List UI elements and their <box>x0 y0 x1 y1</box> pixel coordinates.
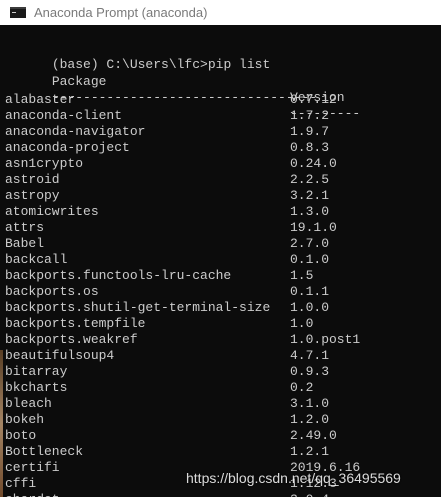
package-row: backports.tempfile 1.0 <box>5 316 313 332</box>
package-row: backports.shutil-get-terminal-size 1.0.0 <box>5 300 329 316</box>
package-name: Babel <box>5 236 45 251</box>
package-version: 1.9.7 <box>290 124 330 139</box>
table-header: Package Version <box>5 58 345 105</box>
package-name: bkcharts <box>5 380 68 395</box>
command-line: (base) C:\Users\lfc>pip list <box>5 41 270 72</box>
package-row: Bottleneck 1.2.1 <box>5 444 329 460</box>
package-version: 0.1.0 <box>290 252 330 267</box>
package-name: backcall <box>5 252 68 267</box>
package-name: alabaster <box>5 92 76 107</box>
package-name: anaconda-project <box>5 140 130 155</box>
package-row: bitarray 0.9.3 <box>5 364 329 380</box>
package-name: cffi <box>5 476 37 491</box>
package-row: alabaster 0.7.12 <box>5 92 337 108</box>
console-output[interactable]: (base) C:\Users\lfc>pip list Package Ver… <box>0 25 441 497</box>
package-row: astropy 3.2.1 <box>5 188 329 204</box>
package-version: 3.2.1 <box>290 188 330 203</box>
package-version: 0.2 <box>290 380 314 395</box>
package-row: chardet 3.0.4 <box>5 492 329 497</box>
package-name: certifi <box>5 460 60 475</box>
package-version: 0.24.0 <box>290 156 337 171</box>
package-version: 1.3.0 <box>290 204 330 219</box>
package-name: backports.tempfile <box>5 316 146 331</box>
package-row: certifi 2019.6.16 <box>5 460 360 476</box>
package-name: chardet <box>5 492 60 497</box>
package-name: anaconda-navigator <box>5 124 146 139</box>
package-version: 0.9.3 <box>290 364 330 379</box>
package-name: backports.shutil-get-terminal-size <box>5 300 271 315</box>
package-name: asn1crypto <box>5 156 84 171</box>
package-version: 2.2.5 <box>290 172 330 187</box>
package-version: 19.1.0 <box>290 220 337 235</box>
anaconda-prompt-window: Anaconda Prompt (anaconda) (base) C:\Use… <box>0 0 441 497</box>
package-version: 1.2.1 <box>290 444 330 459</box>
package-version: 1.0.0 <box>290 300 330 315</box>
package-name: backports.weakref <box>5 332 138 347</box>
package-version: 1.0 <box>290 316 314 331</box>
package-row: bkcharts 0.2 <box>5 380 313 396</box>
package-row: beautifulsoup4 4.7.1 <box>5 348 329 364</box>
package-name: bleach <box>5 396 52 411</box>
background-edge <box>0 350 3 497</box>
package-name: bitarray <box>5 364 68 379</box>
package-name: backports.os <box>5 284 99 299</box>
package-version: 1.5 <box>290 268 314 283</box>
package-name: atomicwrites <box>5 204 99 219</box>
header-separator: ---------------------------------- -----… <box>5 74 360 121</box>
package-name: astroid <box>5 172 60 187</box>
package-version: 0.7.12 <box>290 92 337 107</box>
package-version: 2.49.0 <box>290 428 337 443</box>
package-row: bleach 3.1.0 <box>5 396 329 412</box>
package-name: attrs <box>5 220 45 235</box>
package-row: astroid 2.2.5 <box>5 172 329 188</box>
package-version: 0.1.1 <box>290 284 330 299</box>
package-version: 3.1.0 <box>290 396 330 411</box>
package-name: boto <box>5 428 37 443</box>
package-row: backports.weakref 1.0.post1 <box>5 332 360 348</box>
package-row: boto 2.49.0 <box>5 428 337 444</box>
package-version: 1.7.2 <box>290 108 330 123</box>
package-name: astropy <box>5 188 60 203</box>
package-name: anaconda-client <box>5 108 123 123</box>
package-row: anaconda-navigator 1.9.7 <box>5 124 329 140</box>
package-version: 1.0.post1 <box>290 332 361 347</box>
package-row: anaconda-client 1.7.2 <box>5 108 329 124</box>
package-version: 0.8.3 <box>290 140 330 155</box>
title-bar[interactable]: Anaconda Prompt (anaconda) <box>0 0 441 25</box>
package-version: 1.2.0 <box>290 412 330 427</box>
package-row: atomicwrites 1.3.0 <box>5 204 329 220</box>
package-version: 2.7.0 <box>290 236 330 251</box>
package-row: attrs 19.1.0 <box>5 220 337 236</box>
package-name: beautifulsoup4 <box>5 348 115 363</box>
package-version: 3.0.4 <box>290 492 329 497</box>
package-row: bokeh 1.2.0 <box>5 412 329 428</box>
package-name: Bottleneck <box>5 444 84 459</box>
package-row: Babel 2.7.0 <box>5 236 329 252</box>
package-row: backcall 0.1.0 <box>5 252 329 268</box>
window-title: Anaconda Prompt (anaconda) <box>34 5 208 20</box>
package-version: 4.7.1 <box>290 348 330 363</box>
watermark-text: https://blog.csdn.net/qq_36495569 <box>186 470 401 486</box>
package-separator: ---------------------------------- <box>51 90 318 105</box>
package-row: cffi 1.12.3 <box>5 476 337 492</box>
package-name: bokeh <box>5 412 45 427</box>
package-name: backports.functools-lru-cache <box>5 268 232 283</box>
package-row: backports.functools-lru-cache 1.5 <box>5 268 313 284</box>
package-row: anaconda-project 0.8.3 <box>5 140 329 156</box>
console-icon <box>10 7 26 18</box>
package-row: asn1crypto 0.24.0 <box>5 156 337 172</box>
package-row: backports.os 0.1.1 <box>5 284 329 300</box>
